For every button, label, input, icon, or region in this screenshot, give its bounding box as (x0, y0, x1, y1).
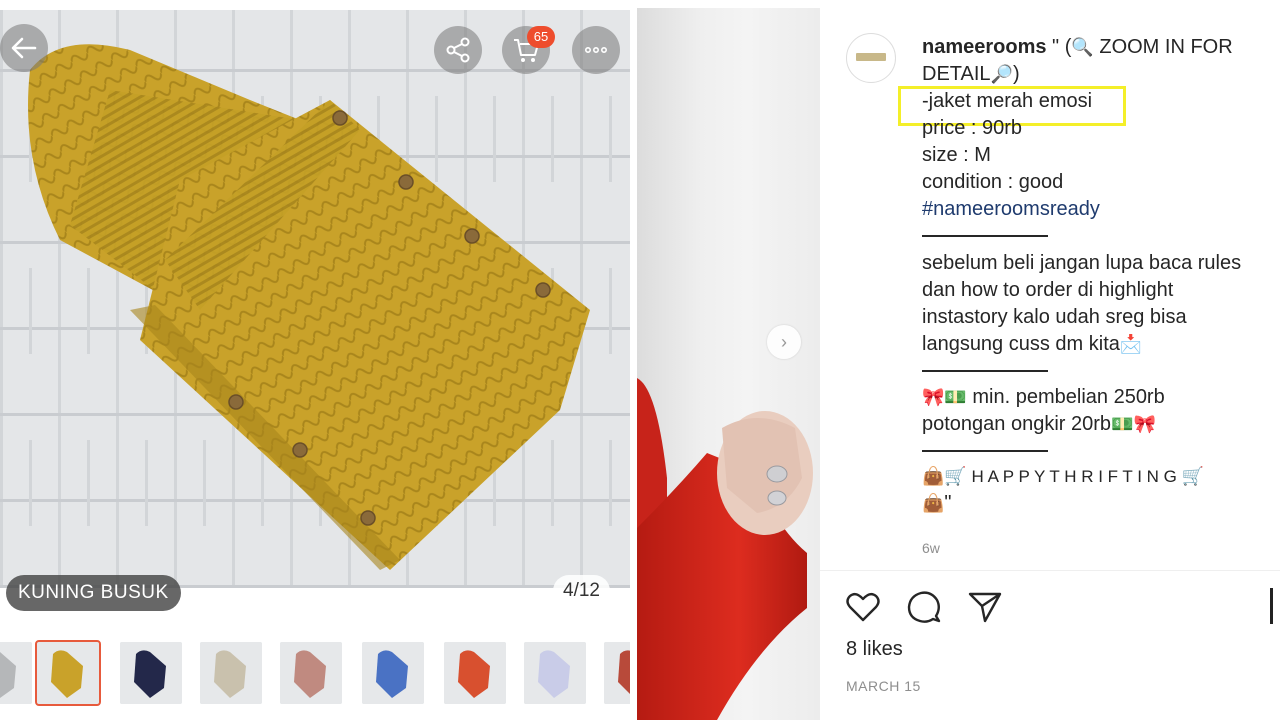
thumbnail-3[interactable] (120, 642, 182, 704)
thumbnail-6[interactable] (362, 642, 424, 704)
condition-text: condition : good (922, 171, 1064, 193)
thumbnail-8[interactable] (524, 642, 586, 704)
share-post-button[interactable] (966, 588, 1004, 631)
rules-line-2: dan how to order di highlight (922, 279, 1174, 301)
share-icon (446, 37, 470, 63)
scrollbar[interactable] (1270, 588, 1273, 624)
baby-sleeping-bag-image (28, 44, 590, 570)
thumbnail-5[interactable] (280, 642, 342, 704)
thumbnail-7[interactable] (444, 642, 506, 704)
share-button[interactable] (434, 26, 482, 74)
ribbon-money-icon: 🎀💵 (922, 387, 967, 407)
bag-cart-icon: 👜🛒 (922, 466, 967, 486)
like-button[interactable] (844, 588, 882, 631)
rules-line-3: instastory kalo udah sreg bisa (922, 306, 1187, 328)
username-link[interactable]: nameerooms (922, 36, 1047, 58)
magnifier-icon: 🔍 (1071, 37, 1094, 57)
product-viewer: 65 KUNING BUSUK 4/12 (0, 0, 630, 720)
rules-line-1: sebelum beli jangan lupa baca rules (922, 252, 1242, 274)
caption-divider (922, 450, 1048, 452)
back-button[interactable] (0, 24, 48, 72)
thumbnail-2[interactable] (35, 640, 101, 706)
caption-line-2: DETAIL🔎) (922, 61, 1020, 88)
comment-button[interactable] (905, 588, 943, 631)
price-text: price : 90rb (922, 117, 1023, 139)
caption-divider (922, 235, 1048, 237)
product-photo[interactable] (0, 10, 630, 588)
caption-divider (922, 370, 1048, 372)
more-button[interactable] (572, 26, 620, 74)
promo-line-2: potongan ongkir 20rb💵🎀 (922, 411, 1156, 438)
size-text: size : M (922, 144, 991, 166)
comment-bubble-icon (907, 591, 941, 623)
bag-icon: 👜 (922, 493, 945, 513)
more-dots-icon (585, 47, 607, 54)
next-photo-button[interactable]: › (767, 325, 801, 359)
money-ribbon-icon: 💵🎀 (1111, 414, 1156, 434)
caption-last-line: 👜" (922, 490, 952, 517)
cart-icon: 🛒 (1181, 466, 1205, 486)
paper-plane-icon (968, 592, 1002, 623)
rules-line-4: langsung cuss dm kita📩 (922, 331, 1142, 358)
cart-count-badge: 65 (527, 26, 555, 48)
thumbnail-4[interactable] (200, 642, 262, 704)
hashtag-link[interactable]: #nameeroomsready (922, 196, 1100, 223)
image-counter: 4/12 (553, 575, 610, 607)
section-divider (820, 570, 1280, 571)
likes-count[interactable]: 8 likes (846, 638, 903, 661)
thumbnail-1[interactable] (0, 642, 32, 704)
variant-label: KUNING BUSUK (6, 575, 181, 611)
promo-line-1: 🎀💵 min. pembelian 250rb (922, 384, 1165, 411)
post-photo[interactable] (637, 8, 820, 720)
time-ago[interactable]: 6w (922, 540, 940, 556)
avatar[interactable] (846, 33, 896, 83)
happy-thrifting-line: 👜🛒 H A P P Y T H R I F T I N G 🛒 (922, 463, 1204, 490)
arrow-left-icon (11, 37, 37, 59)
heart-icon (846, 592, 880, 622)
caption-line-1: nameerooms " (🔍 ZOOM IN FOR (922, 34, 1233, 61)
chevron-right-icon: › (781, 331, 787, 352)
thumbnail-9[interactable] (604, 642, 630, 704)
red-jacket-image (637, 378, 813, 720)
magnifier-icon: 🔎 (990, 64, 1013, 84)
envelope-icon: 📩 (1119, 334, 1143, 354)
post-date: MARCH 15 (846, 678, 921, 694)
thumbnail-strip (0, 640, 630, 708)
